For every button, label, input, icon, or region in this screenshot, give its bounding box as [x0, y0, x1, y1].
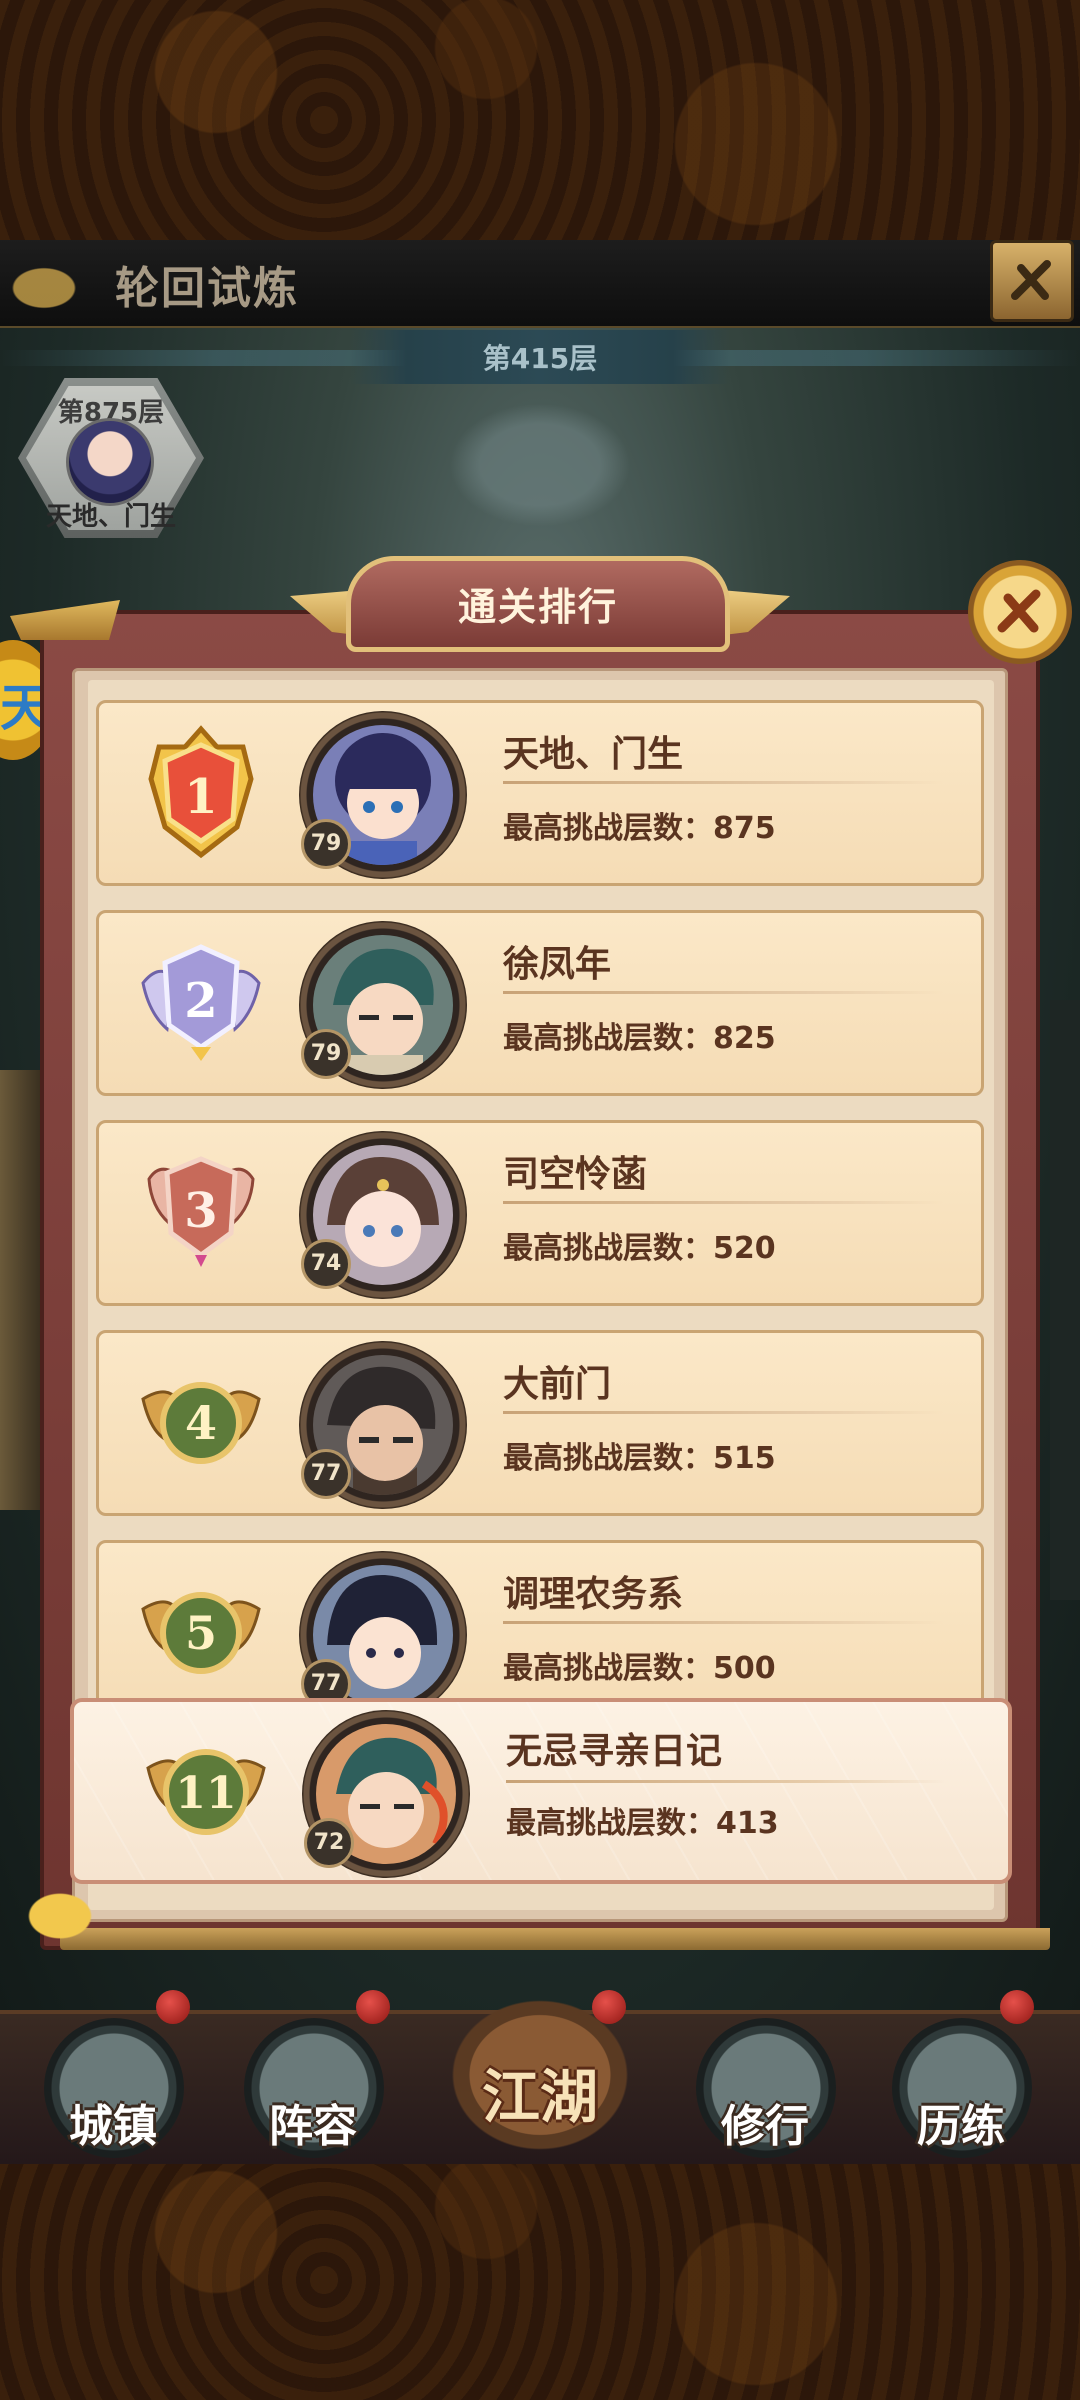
record-avatar [66, 418, 154, 506]
rank-number: 1 [184, 769, 217, 825]
ranking-list[interactable]: 1 79 天地、门生 最高挑战层数：875 2 79 徐凤年 最高挑战层数：82… [96, 690, 986, 1700]
score-text: 最高挑战层数：875 [503, 803, 776, 847]
modal-bottom-trim [60, 1928, 1050, 1950]
current-floor-banner: 第415层 [350, 330, 730, 384]
right-scene-edge [1050, 1000, 1080, 1600]
score-label: 最高挑战层数： [503, 811, 713, 846]
score-text: 最高挑战层数：413 [506, 1798, 779, 1842]
page-title: 轮回试炼 [115, 263, 299, 314]
player-name: 天地、门生 [503, 734, 684, 775]
ranking-row[interactable]: 3 74 司空怜菡 最高挑战层数：520 [96, 1120, 984, 1306]
nav-lineup-label: 阵容 [269, 2101, 357, 2152]
row-divider [503, 1621, 943, 1624]
player-name: 无忌寻亲日记 [506, 1731, 723, 1772]
notification-dot [356, 1990, 390, 2024]
score-value: 500 [713, 1651, 776, 1686]
side-panel-edge [0, 1070, 40, 1510]
nav-training-label: 历练 [917, 2101, 1005, 2152]
rank-medal-icon: 4 [141, 1382, 261, 1464]
decorative-bottom-background [0, 2160, 1080, 2400]
score-label: 最高挑战层数： [503, 1651, 713, 1686]
score-value: 875 [713, 811, 776, 846]
nav-practice-label: 修行 [721, 2101, 809, 2152]
nav-town-label: 城镇 [69, 2101, 157, 2152]
close-button[interactable] [990, 240, 1074, 322]
rank-number: 11 [175, 1768, 236, 1819]
score-label: 最高挑战层数： [503, 1021, 713, 1056]
nav-jianghu-label: 江湖 [481, 2063, 598, 2131]
score-text: 最高挑战层数：520 [503, 1223, 776, 1267]
modal-title: 通关排行 [457, 585, 618, 629]
cloud-ornament-icon [0, 246, 110, 316]
player-name: 大前门 [503, 1364, 612, 1405]
score-value: 515 [713, 1441, 776, 1476]
rank-number: 4 [185, 1396, 217, 1450]
level-badge: 79 [301, 819, 351, 869]
ranking-row[interactable]: 2 79 徐凤年 最高挑战层数：825 [96, 910, 984, 1096]
row-divider [503, 991, 943, 994]
bronze-medal-icon: 3 [147, 1156, 255, 1267]
close-icon [1011, 260, 1051, 300]
rank-number: 5 [185, 1606, 217, 1660]
ranking-row[interactable]: 1 79 天地、门生 最高挑战层数：875 [96, 700, 984, 886]
level-badge: 72 [304, 1818, 354, 1868]
row-divider [503, 1201, 943, 1204]
row-divider [503, 1411, 943, 1414]
record-holder-name: 天地、门生 [45, 502, 176, 532]
score-text: 最高挑战层数：515 [503, 1433, 776, 1477]
ranking-row[interactable]: 5 77 调理农务系 最高挑战层数：500 [96, 1540, 984, 1700]
score-text: 最高挑战层数：825 [503, 1013, 776, 1057]
rank-medal-icon: 11 [146, 1749, 266, 1835]
level-badge: 77 [301, 1449, 351, 1499]
decorative-top-background [0, 0, 1080, 240]
modal-close-button[interactable] [968, 560, 1072, 664]
player-name: 司空怜菡 [503, 1154, 648, 1195]
score-label: 最高挑战层数： [503, 1231, 713, 1266]
row-divider [506, 1780, 946, 1783]
row-divider [503, 781, 943, 784]
level-badge: 74 [301, 1239, 351, 1289]
rank-number: 3 [184, 1183, 217, 1239]
silver-medal-icon: 2 [141, 944, 261, 1061]
notification-dot [1000, 1990, 1034, 2024]
notification-dot [156, 1990, 190, 2024]
my-ranking-row: 11 72 无忌寻亲日记 最高挑战层数：413 [70, 1698, 1012, 1884]
score-value: 520 [713, 1231, 776, 1266]
cloud-corner-icon [10, 1880, 110, 1940]
level-badge: 79 [301, 1029, 351, 1079]
player-name: 调理农务系 [503, 1574, 684, 1615]
gold-medal-icon: 1 [148, 725, 254, 859]
rank-medal-icon: 5 [141, 1592, 261, 1674]
score-text: 最高挑战层数：500 [503, 1643, 776, 1687]
score-value: 825 [713, 1021, 776, 1056]
score-value: 413 [716, 1806, 779, 1841]
score-label: 最高挑战层数： [506, 1806, 716, 1841]
ranking-row[interactable]: 4 77 大前门 最高挑战层数：515 [96, 1330, 984, 1516]
player-name: 徐凤年 [503, 944, 612, 985]
statue-decoration [430, 390, 650, 540]
rank-number: 2 [184, 973, 217, 1029]
close-icon [997, 589, 1041, 633]
score-label: 最高挑战层数： [503, 1441, 713, 1476]
